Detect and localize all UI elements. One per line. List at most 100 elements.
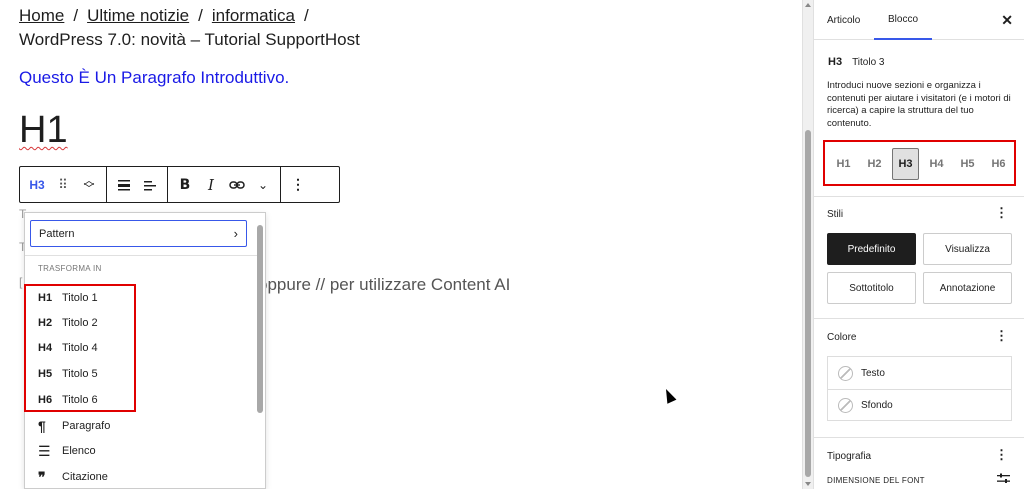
section-divider — [814, 318, 1024, 319]
heading-level-selector: H1 H2 H3 H4 H5 H6 — [830, 148, 1012, 180]
close-icon[interactable]: ✕ — [1001, 12, 1013, 29]
editor-canvas: Home / Ultime notizie / informatica / WordPre… — [0, 0, 802, 489]
menu-item-label: Titolo 2 — [62, 317, 98, 329]
paragraph-icon: ¶ — [38, 418, 46, 434]
heading-5-icon: H5 — [38, 368, 53, 380]
hidden-block-fragment: [ — [19, 275, 23, 289]
pattern-menu-item[interactable]: Pattern › — [30, 220, 247, 247]
block-description: Introduci nuove sezioni e organizza i co… — [827, 80, 1011, 129]
font-size-label: DIMENSIONE DEL FONT — [827, 476, 925, 485]
menu-item-label: Titolo 4 — [62, 342, 98, 354]
block-name: Titolo 3 — [852, 56, 885, 68]
transform-item-titolo-4[interactable]: H4 Titolo 4 — [38, 337, 98, 359]
level-h1-button[interactable]: H1 — [830, 148, 857, 180]
more-rich-text-chevron-icon[interactable]: ⌄ — [250, 167, 276, 202]
block-card-header: H3 Titolo 3 — [828, 56, 884, 68]
color-settings-panel: Testo Sfondo — [827, 356, 1012, 421]
transform-item-titolo-5[interactable]: H5 Titolo 5 — [38, 363, 98, 385]
style-visualizza-button[interactable]: Visualizza — [923, 233, 1012, 265]
tab-articolo[interactable]: Articolo — [827, 0, 860, 40]
transform-item-titolo-1[interactable]: H1 Titolo 1 — [38, 287, 98, 309]
color-background-label: Sfondo — [861, 400, 893, 411]
level-h4-button[interactable]: H4 — [923, 148, 950, 180]
text-align-icon[interactable] — [137, 167, 163, 202]
heading-6-icon: H6 — [38, 394, 53, 406]
transform-item-paragrafo[interactable]: ¶ Paragrafo — [38, 415, 110, 437]
block-options-icon[interactable]: ⋮ — [285, 167, 311, 202]
block-type-button[interactable]: H3 — [24, 167, 50, 202]
menu-item-label: Elenco — [62, 445, 96, 457]
color-swatch-icon — [838, 398, 853, 413]
heading-h1-block[interactable]: H1 — [19, 107, 68, 153]
menu-divider — [25, 255, 257, 256]
heading-4-icon: H4 — [38, 342, 53, 354]
toolbar-group-options: ⋮ — [281, 167, 315, 202]
style-sottotitolo-button[interactable]: Sottotitolo — [827, 272, 916, 304]
scroll-down-arrow-icon[interactable] — [805, 482, 811, 486]
scroll-up-arrow-icon[interactable] — [805, 3, 811, 7]
menu-scrollbar[interactable] — [257, 225, 263, 413]
transform-item-elenco[interactable]: ☰ Elenco — [38, 440, 96, 462]
color-options-icon[interactable]: ⋮ — [995, 329, 1008, 342]
sidebar-tabs: Articolo Blocco ✕ — [814, 0, 1024, 40]
settings-sidebar: Articolo Blocco ✕ H3 Titolo 3 Introduci … — [813, 0, 1024, 489]
transform-dropdown-menu: Pattern › TRASFORMA IN H1 Titolo 1 H2 Ti… — [24, 212, 266, 489]
color-swatch-icon — [838, 365, 853, 381]
heading-1-icon: H1 — [38, 292, 53, 304]
chevron-right-icon: › — [233, 226, 238, 241]
toolbar-group-block: H3 ⠿ ︿ ﹀ — [20, 167, 107, 202]
quote-icon: ❞ — [38, 468, 46, 485]
breadcrumb-separator: / — [304, 6, 309, 25]
mouse-cursor-icon — [661, 386, 677, 404]
list-icon: ☰ — [38, 442, 51, 459]
menu-item-label: Paragrafo — [62, 420, 111, 432]
level-h3-button[interactable]: H3 — [892, 148, 919, 180]
post-title: WordPress 7.0: novità – Tutorial Support… — [19, 30, 360, 49]
link-icon[interactable] — [224, 167, 250, 202]
level-h5-button[interactable]: H5 — [954, 148, 981, 180]
chevron-down-icon[interactable]: ﹀ — [84, 183, 95, 194]
style-annotazione-button[interactable]: Annotazione — [923, 272, 1012, 304]
heading-h1-text: H1 — [19, 109, 68, 151]
transform-item-titolo-2[interactable]: H2 Titolo 2 — [38, 312, 98, 334]
toolbar-group-align — [107, 167, 168, 202]
transform-item-titolo-6[interactable]: H6 Titolo 6 — [38, 389, 98, 411]
heading-3-icon: H3 — [828, 56, 843, 68]
heading-2-icon: H2 — [38, 317, 53, 329]
breadcrumb-home[interactable]: Home — [19, 6, 64, 25]
level-h6-button[interactable]: H6 — [985, 148, 1012, 180]
bold-button[interactable]: B — [172, 167, 198, 202]
move-up-down-icon[interactable]: ︿ ﹀ — [76, 167, 102, 202]
style-predefinito-button[interactable]: Predefinito — [827, 233, 916, 265]
breadcrumb-separator: / — [198, 6, 203, 25]
editor-scrollbar[interactable] — [802, 0, 813, 489]
section-divider — [814, 437, 1024, 438]
editor-scrollbar-thumb[interactable] — [805, 130, 811, 477]
pattern-label: Pattern — [39, 227, 75, 240]
block-align-icon[interactable] — [111, 167, 137, 202]
transform-section-label: TRASFORMA IN — [38, 264, 102, 273]
breadcrumb: Home / Ultime notizie / informatica / — [19, 5, 318, 27]
menu-item-label: Titolo 1 — [62, 292, 98, 304]
tab-blocco[interactable]: Blocco — [874, 0, 933, 40]
intro-paragraph[interactable]: Questo È Un Paragrafo Introduttivo. — [19, 68, 289, 88]
styles-options-icon[interactable]: ⋮ — [995, 206, 1008, 219]
sliders-icon[interactable] — [997, 473, 1010, 487]
menu-item-label: Citazione — [62, 471, 108, 483]
color-text-item[interactable]: Testo — [828, 357, 1011, 389]
typography-section-title[interactable]: Tipografia — [827, 451, 871, 462]
menu-item-label: Titolo 6 — [62, 394, 98, 406]
breadcrumb-ultime-notizie[interactable]: Ultime notizie — [87, 6, 189, 25]
content-ai-hint: oppure // per utilizzare Content AI — [258, 275, 511, 294]
styles-section-title[interactable]: Stili — [827, 209, 843, 220]
toolbar-group-format: B I ⌄ — [168, 167, 281, 202]
italic-button[interactable]: I — [198, 167, 224, 202]
color-background-item[interactable]: Sfondo — [828, 389, 1011, 421]
color-section-title[interactable]: Colore — [827, 332, 856, 343]
transform-item-citazione[interactable]: ❞ Citazione — [38, 466, 108, 488]
section-divider — [814, 196, 1024, 197]
drag-handle-icon[interactable]: ⠿ — [50, 167, 76, 202]
breadcrumb-informatica[interactable]: informatica — [212, 6, 295, 25]
typography-options-icon[interactable]: ⋮ — [995, 448, 1008, 461]
level-h2-button[interactable]: H2 — [861, 148, 888, 180]
